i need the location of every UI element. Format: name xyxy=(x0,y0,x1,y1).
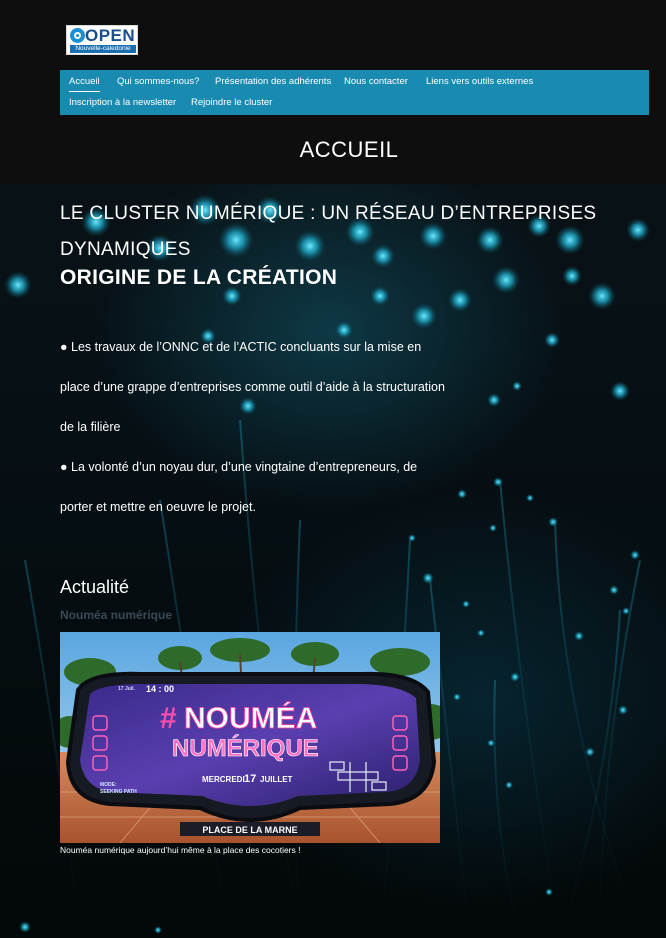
paragraph-line: de la filière xyxy=(60,420,121,434)
poster-mode-value: SEEKING PATH xyxy=(100,789,137,795)
noumea-numerique-poster: 17 Juil. 14 : 00 # NOUMÉA NUMÉRIQUE MERC… xyxy=(60,632,440,843)
nav-item-nous-contacter[interactable]: Nous contacter xyxy=(344,76,408,87)
poster-time: 14 : 00 xyxy=(146,684,174,694)
poster-date-month: JUILLET xyxy=(260,775,293,784)
logo-word: OPEN xyxy=(85,26,136,45)
poster-place: PLACE DE LA MARNE xyxy=(202,825,297,835)
page-title: ACCUEIL xyxy=(299,137,399,162)
site-logo[interactable]: OPEN Nouvelle-caledonie xyxy=(66,25,138,55)
logo-o-icon xyxy=(70,28,85,43)
poster-time-small: 17 Juil. xyxy=(118,686,136,692)
poster-date-prefix: MERCREDI xyxy=(202,775,245,784)
paragraph-line: ● La volonté d’un noyau dur, d’une vingt… xyxy=(60,460,418,474)
cluster-heading-line1: LE CLUSTER NUMÉRIQUE : UN RÉSEAU D’ENTRE… xyxy=(60,203,597,224)
nav-item-presentation-adherents[interactable]: Présentation des adhérents xyxy=(215,76,331,87)
news-section-heading: Actualité xyxy=(60,577,130,597)
nav-item-newsletter[interactable]: Inscription à la newsletter xyxy=(69,97,176,108)
poster-date-day: 17 xyxy=(244,773,256,785)
news-image[interactable]: 17 Juil. 14 : 00 # NOUMÉA NUMÉRIQUE MERC… xyxy=(60,632,440,843)
nav-item-liens-outils[interactable]: Liens vers outils externes xyxy=(426,76,533,87)
logo-subtitle: Nouvelle-caledonie xyxy=(70,45,136,53)
news-item-title[interactable]: Nouméa numérique xyxy=(60,608,172,622)
paragraph-line: place d’une grappe d’entreprises comme o… xyxy=(60,380,445,394)
nav-item-accueil[interactable]: Accueil xyxy=(69,76,100,92)
nav-item-rejoindre-cluster[interactable]: Rejoindre le cluster xyxy=(191,97,272,108)
poster-title-line2: NUMÉRIQUE xyxy=(172,734,319,762)
news-caption: Nouméa numérique aujourd’hui même à la p… xyxy=(60,845,301,855)
page-content: OPEN Nouvelle-caledonie Accueil Qui somm… xyxy=(0,0,666,938)
paragraph-line: ● Les travaux de l’ONNC et de l’ACTIC co… xyxy=(60,340,422,354)
poster-mode-label: MODE: xyxy=(100,782,117,788)
nav-item-qui-sommes-nous[interactable]: Qui sommes-nous? xyxy=(117,76,199,87)
origin-heading: ORIGINE DE LA CRÉATION xyxy=(60,266,338,289)
cluster-heading: LE CLUSTER NUMÉRIQUE : UN RÉSEAU D’ENTRE… xyxy=(60,196,640,268)
cluster-heading-line2: DYNAMIQUES xyxy=(60,239,191,260)
paragraph-line: porter et mettre en oeuvre le projet. xyxy=(60,500,256,514)
poster-hashtag: # xyxy=(160,702,177,735)
main-nav: Accueil Qui sommes-nous? Présentation de… xyxy=(60,70,649,115)
poster-title-line1: NOUMÉA xyxy=(184,701,317,735)
